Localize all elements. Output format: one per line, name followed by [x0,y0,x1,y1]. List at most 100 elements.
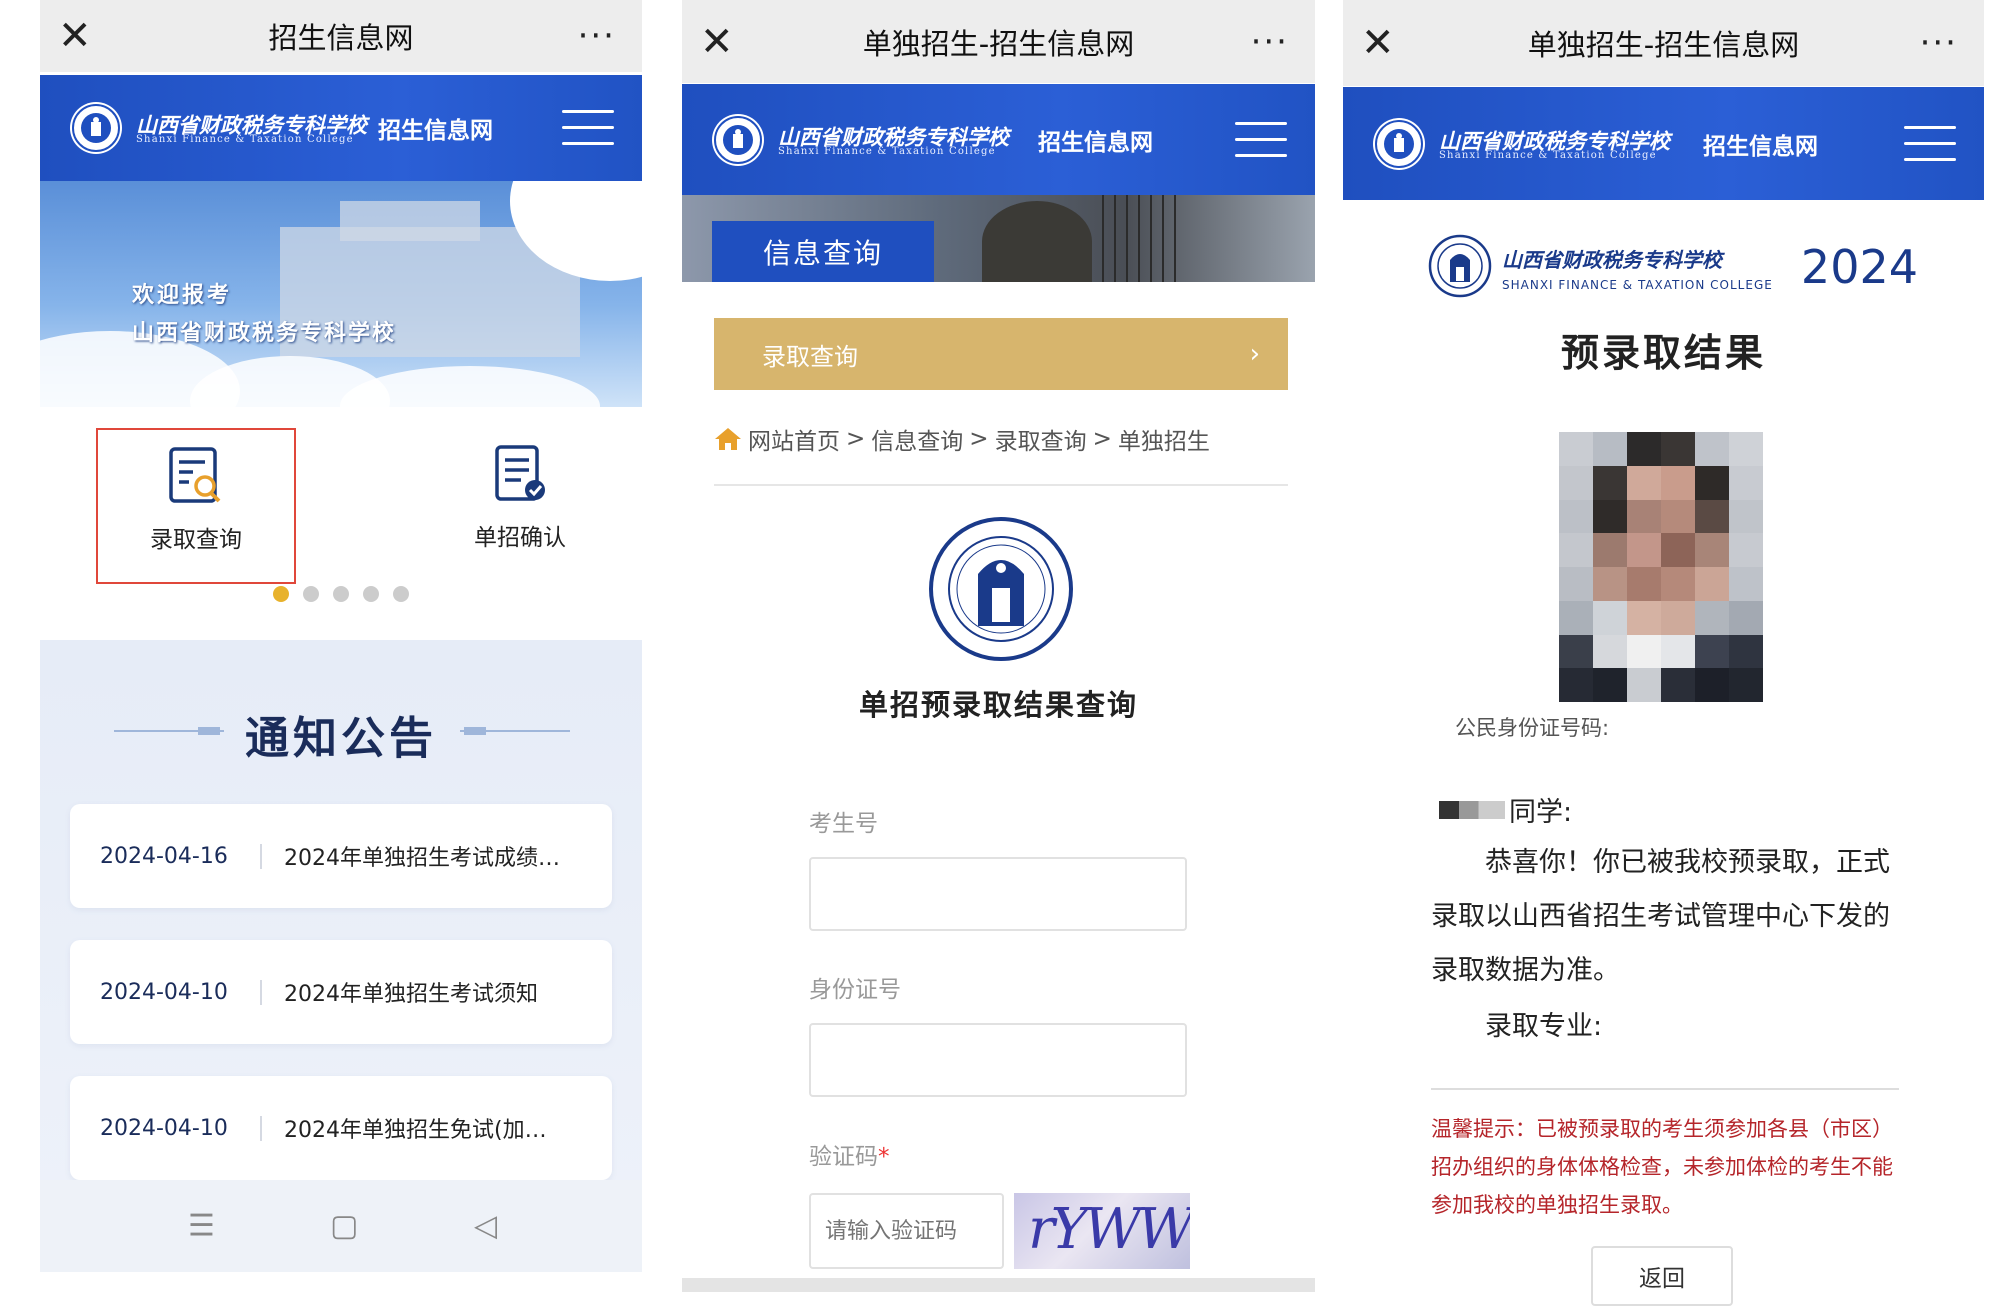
notice-title: 2024年单独招生考试须知 [284,982,538,1007]
banner-line2: 山西省财政税务专科学校 [132,321,397,346]
menu-nav-icon[interactable]: ☰ [188,1209,215,1244]
back-button[interactable]: 返回 [1591,1246,1733,1306]
notice-title: 2024年单独招生考试成绩… [284,846,560,871]
titlebar-title: 招生信息网 [268,21,414,55]
captcha-input[interactable] [809,1193,1004,1269]
titlebar-title: 单独招生-招生信息网 [862,26,1135,61]
captcha-label-row: 验证码* [809,1137,890,1171]
document-search-icon [169,447,221,503]
carousel-dot[interactable] [273,586,289,602]
hamburger-menu-icon[interactable] [562,106,614,150]
carousel-dot[interactable] [333,586,349,602]
hamburger-menu-icon[interactable] [1235,118,1287,162]
notice-date: 2024-04-10 [70,1115,262,1141]
home-icon [715,428,741,450]
phone-screen-query: ✕ 单独招生-招生信息网 ··· 山西省财政税务专科学校 Shanxi Fina… [682,0,1315,1292]
result-header: 山西省财政税务专科学校 SHANXI FINANCE & TAXATION CO… [1428,234,1918,310]
breadcrumb: 网站首页 > 信息查询 > 录取查询 > 单独招生 [714,422,1210,456]
hamburger-menu-icon[interactable] [1904,122,1956,166]
close-icon[interactable]: ✕ [1361,23,1395,63]
titlebar: ✕ 单独招生-招生信息网 ··· [1343,0,1984,86]
more-icon[interactable]: ··· [1920,26,1958,60]
school-name-en: Shanxi Finance & Taxation College [1439,149,1657,161]
notice-item[interactable]: 2024-04-10 2024年单独招生免试(加… [70,1076,612,1180]
site-name: 招生信息网 [1703,133,1818,160]
school-seal-icon [929,517,1073,661]
divider [1431,1088,1899,1090]
carousel-dot[interactable] [363,586,379,602]
admission-query-button[interactable]: 录取查询 [96,428,296,584]
banner-line1: 欢迎报考 [132,283,233,308]
notice-section: 通知公告 2024-04-16 2024年单独招生考试成绩… 2024-04-1… [40,640,642,1272]
document-check-icon [495,445,545,501]
close-icon[interactable]: ✕ [58,16,92,56]
captcha-text: rYWW [1028,1197,1190,1262]
redacted-name [1439,800,1505,819]
student-photo-pixelated [1559,432,1763,702]
captcha-label: 验证码 [809,1144,878,1170]
close-icon[interactable]: ✕ [700,22,734,62]
form-title: 单招预录取结果查询 [858,688,1138,722]
site-name: 招生信息网 [1038,129,1153,156]
section-label: 录取查询 [762,342,858,371]
brand-header: 山西省财政税务专科学校 Shanxi Finance & Taxation Co… [1343,87,1984,200]
home-nav-icon[interactable]: ▢ [330,1209,358,1244]
notice-title: 2024年单独招生免试(加… [284,1118,547,1143]
warm-tip: 温馨提示：已被预录取的考生须参加各县（市区）招办组织的身体体格检查，未参加体检的… [1431,1117,1893,1217]
titlebar-title: 单独招生-招生信息网 [1527,28,1800,62]
school-name-en: Shanxi Finance & Taxation College [136,134,354,146]
carousel-dot[interactable] [393,586,409,602]
more-icon[interactable]: ··· [578,19,616,53]
page-banner: 信息查询 [682,195,1315,282]
phone-screen-result: ✕ 单独招生-招生信息网 ··· 山西省财政税务专科学校 Shanxi Fina… [1343,0,1984,1312]
carousel-dot[interactable] [303,586,319,602]
id-number-label: 身份证号 [809,977,901,1003]
school-logo-icon [70,102,122,154]
welcome-banner: 欢迎报考 山西省财政税务专科学校 [40,181,642,407]
exam-no-label: 考生号 [809,811,878,837]
breadcrumb-info-query[interactable]: 信息查询 [871,422,963,456]
admission-query-bar[interactable]: 录取查询 › [714,318,1288,390]
id-number-label: 公民身份证号码: [1455,716,1610,740]
breadcrumb-separator: > [1092,426,1112,452]
breadcrumb-single-enroll[interactable]: 单独招生 [1118,422,1210,456]
greeting-suffix: 同学: [1509,797,1573,828]
brand-header: 山西省财政税务专科学校 Shanxi Finance & Taxation Co… [40,75,642,181]
breadcrumb-admission-query[interactable]: 录取查询 [995,422,1087,456]
required-asterisk: * [878,1144,890,1170]
banner-tag: 信息查询 [712,221,934,282]
page-bottom-edge [682,1278,1315,1292]
carousel-dots [273,586,409,602]
brand-header: 山西省财政税务专科学校 Shanxi Finance & Taxation Co… [682,84,1315,195]
notice-date: 2024-04-10 [70,979,262,1005]
exam-no-input[interactable] [809,857,1187,931]
result-year: 2024 [1800,240,1918,294]
quick-label: 录取查询 [150,527,242,553]
result-school-name: 山西省财政税务专科学校 [1502,248,1722,272]
id-number-input[interactable] [809,1023,1187,1097]
notice-item[interactable]: 2024-04-10 2024年单独招生考试须知 [70,940,612,1044]
school-logo-icon [1373,117,1425,170]
divider [714,484,1288,486]
more-icon[interactable]: ··· [1251,25,1289,59]
major-label: 录取专业: [1485,1011,1603,1042]
captcha-image[interactable]: rYWW [1014,1193,1190,1269]
site-name: 招生信息网 [378,118,493,144]
titlebar: ✕ 招生信息网 ··· [40,0,642,72]
titlebar: ✕ 单独招生-招生信息网 ··· [682,0,1315,83]
back-nav-icon[interactable]: ◁ [474,1209,497,1244]
congratulation-text: 恭喜你！你已被我校预录取，正式录取以山西省招生考试管理中心下发的录取数据为准。 [1431,847,1890,986]
chevron-right-icon: › [1249,339,1260,369]
quick-label: 单招确认 [474,525,566,551]
student-greeting: 同学: [1439,790,1572,829]
result-school-name-en: SHANXI FINANCE & TAXATION COLLEGE [1502,278,1773,292]
notice-heading: 通知公告 [245,713,437,764]
single-enroll-confirm-button[interactable]: 单招确认 [420,428,620,584]
system-nav-bar: ☰ ▢ ◁ [40,1180,642,1272]
phone-screen-home: ✕ 招生信息网 ··· 山西省财政税务专科学校 Shanxi Finance &… [40,0,642,1272]
school-name-en: Shanxi Finance & Taxation College [778,145,996,157]
breadcrumb-separator: > [969,426,989,452]
breadcrumb-home[interactable]: 网站首页 [748,422,840,456]
notice-date: 2024-04-16 [70,843,262,869]
notice-item[interactable]: 2024-04-16 2024年单独招生考试成绩… [70,804,612,908]
